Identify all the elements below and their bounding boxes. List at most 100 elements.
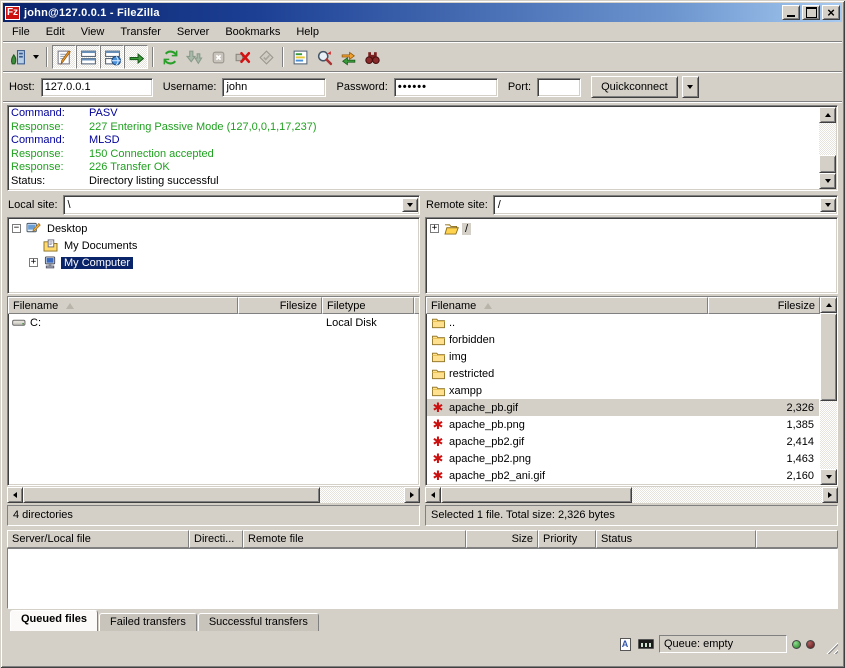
column-header-filetype[interactable]: Filetype <box>322 297 414 314</box>
file-row[interactable]: ✱apache_pb2.gif 2,414 <box>427 433 819 450</box>
column-header-status[interactable]: Status <box>596 530 756 548</box>
menu-item-bookmarks[interactable]: Bookmarks <box>217 24 288 40</box>
synchronized-browsing-button[interactable] <box>336 45 360 69</box>
ascii-icon: A <box>620 638 631 651</box>
toggle-message-log-button[interactable] <box>52 45 76 69</box>
scroll-thumb[interactable] <box>820 313 837 401</box>
column-header-filename[interactable]: Filename <box>426 297 708 314</box>
file-row[interactable]: .. <box>427 314 819 331</box>
transfer-queue: Server/Local file Directi... Remote file… <box>7 530 838 631</box>
menu-item-view[interactable]: View <box>73 24 113 40</box>
refresh-button[interactable] <box>158 45 182 69</box>
quickconnect-dropdown[interactable] <box>682 76 699 98</box>
menu-item-file[interactable]: File <box>4 24 38 40</box>
expand-icon[interactable] <box>430 224 439 233</box>
disconnect-button[interactable] <box>230 45 254 69</box>
column-header-last-modified[interactable]: L <box>414 297 420 314</box>
remote-site-label: Remote site: <box>425 199 493 211</box>
cancel-button[interactable] <box>206 45 230 69</box>
scroll-up-button[interactable] <box>820 297 837 313</box>
scroll-down-button[interactable] <box>819 173 836 189</box>
scroll-thumb[interactable] <box>819 155 836 173</box>
quickconnect-button[interactable]: Quickconnect <box>591 76 678 98</box>
scroll-track[interactable] <box>441 487 822 503</box>
log-scrollbar[interactable] <box>819 107 836 189</box>
filter-button[interactable] <box>288 45 312 69</box>
scroll-right-button[interactable] <box>404 487 420 503</box>
maximize-button[interactable] <box>802 5 820 20</box>
scroll-right-button[interactable] <box>822 487 838 503</box>
file-row[interactable]: img <box>427 348 819 365</box>
speed-badge-icon <box>638 639 654 649</box>
column-label: Filetype <box>327 300 366 312</box>
remote-list-scrollbar[interactable] <box>820 297 837 485</box>
tab-successful-transfers[interactable]: Successful transfers <box>198 613 319 631</box>
menu-item-edit[interactable]: Edit <box>38 24 73 40</box>
remote-site-combobox[interactable]: / <box>493 195 838 215</box>
file-size: 2,160 <box>709 470 819 482</box>
file-row[interactable]: restricted <box>427 365 819 382</box>
resize-grip[interactable] <box>823 639 838 654</box>
queue-body[interactable] <box>7 548 838 609</box>
site-manager-button[interactable] <box>5 45 29 69</box>
directory-comparison-button[interactable] <box>312 45 336 69</box>
column-header-direction[interactable]: Directi... <box>189 530 243 548</box>
file-row[interactable]: C: Local Disk <box>8 314 419 331</box>
tree-item-desktop[interactable]: Desktop <box>9 220 418 237</box>
toggle-remote-tree-button[interactable] <box>100 45 124 69</box>
file-row[interactable]: ✱apache_pb2_ani.gif 2,160 <box>427 467 819 484</box>
file-row[interactable]: ✱apache_pb.png 1,385 <box>427 416 819 433</box>
process-queue-button[interactable] <box>182 45 206 69</box>
password-input[interactable] <box>394 78 498 97</box>
scroll-track[interactable] <box>820 313 837 469</box>
remote-horizontal-scrollbar[interactable] <box>425 487 838 503</box>
port-input[interactable] <box>537 78 581 97</box>
browser-panes: Local site: \ Desktop My Documents <box>3 194 842 526</box>
expand-icon[interactable] <box>29 258 38 267</box>
menu-item-transfer[interactable]: Transfer <box>112 24 169 40</box>
scroll-thumb[interactable] <box>441 487 632 503</box>
column-header-size[interactable]: Size <box>466 530 538 548</box>
column-header-filename[interactable]: Filename <box>8 297 238 314</box>
transfer-type-indicator[interactable]: A <box>617 637 633 652</box>
host-input[interactable] <box>41 78 153 97</box>
local-site-dropdown[interactable] <box>402 198 418 212</box>
close-button[interactable] <box>822 5 840 20</box>
column-header-remote-file[interactable]: Remote file <box>243 530 466 548</box>
scroll-left-button[interactable] <box>7 487 23 503</box>
scroll-track[interactable] <box>23 487 404 503</box>
scroll-thumb[interactable] <box>23 487 320 503</box>
find-files-button[interactable] <box>360 45 384 69</box>
toggle-local-tree-button[interactable] <box>76 45 100 69</box>
speed-limit-icon[interactable] <box>638 637 654 652</box>
log-line: Command:PASV <box>11 107 815 121</box>
scroll-track[interactable] <box>819 123 836 173</box>
minimize-button[interactable] <box>782 5 800 20</box>
column-header-filesize[interactable]: Filesize <box>238 297 322 314</box>
column-header-filesize[interactable]: Filesize <box>708 297 820 314</box>
menu-item-server[interactable]: Server <box>169 24 217 40</box>
scroll-left-button[interactable] <box>425 487 441 503</box>
column-header-server-local-file[interactable]: Server/Local file <box>7 530 189 548</box>
local-site-combobox[interactable]: \ <box>63 195 420 215</box>
file-row[interactable]: forbidden <box>427 331 819 348</box>
tab-queued-files[interactable]: Queued files <box>10 610 98 631</box>
file-row[interactable]: ✱apache_pb2.png 1,463 <box>427 450 819 467</box>
tree-item-my-computer[interactable]: My Computer <box>9 254 418 271</box>
file-row-selected[interactable]: ✱apache_pb.gif 2,326 <box>427 399 819 416</box>
toggle-queue-button[interactable] <box>124 45 148 69</box>
tab-failed-transfers[interactable]: Failed transfers <box>99 613 197 631</box>
scroll-down-button[interactable] <box>820 469 837 485</box>
file-row[interactable]: xampp <box>427 382 819 399</box>
collapse-icon[interactable] <box>12 224 21 233</box>
remote-site-dropdown[interactable] <box>820 198 836 212</box>
tree-item-my-documents[interactable]: My Documents <box>9 237 418 254</box>
username-input[interactable] <box>222 78 326 97</box>
local-horizontal-scrollbar[interactable] <box>7 487 420 503</box>
menu-item-help[interactable]: Help <box>288 24 327 40</box>
column-header-priority[interactable]: Priority <box>538 530 596 548</box>
scroll-up-button[interactable] <box>819 107 836 123</box>
site-manager-dropdown[interactable] <box>29 45 42 69</box>
reconnect-button[interactable] <box>254 45 278 69</box>
tree-item-root[interactable]: / <box>427 220 836 237</box>
